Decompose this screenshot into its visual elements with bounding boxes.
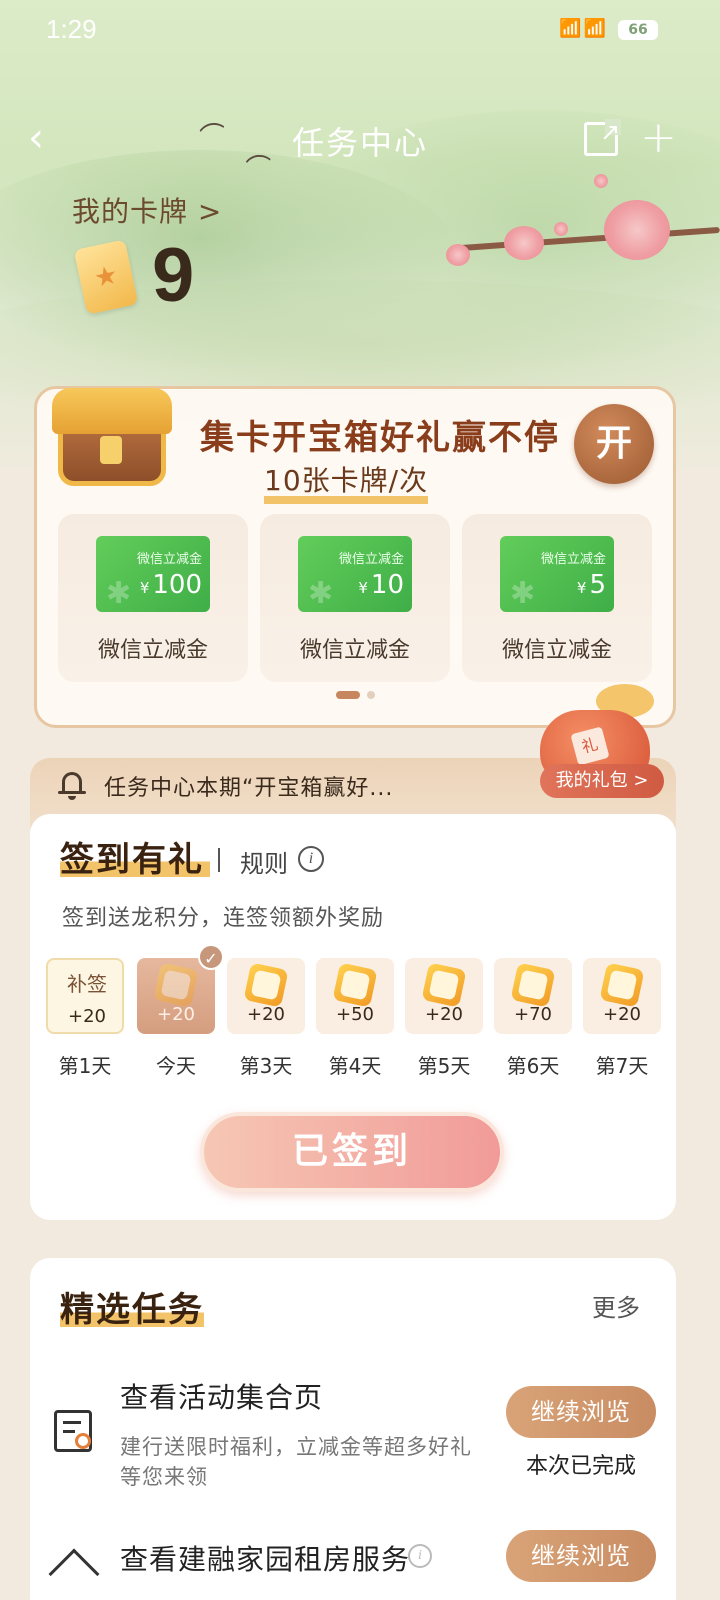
task-status: 本次已完成 — [525, 1454, 636, 1479]
voucher-label: 微信立减金 — [136, 552, 202, 567]
reward-name: 微信立减金 — [501, 638, 612, 663]
reward-card[interactable]: ✱ 微信立减金 ¥5 微信立减金 — [462, 514, 652, 682]
day-points: +20 — [603, 1004, 641, 1025]
voucher-amount: ¥10 — [358, 570, 404, 600]
wechat-pay-icon: ✱ — [510, 576, 536, 611]
signin-day-1[interactable]: 补签 +20 — [46, 958, 124, 1034]
info-icon[interactable]: i — [298, 846, 324, 872]
signin-day-today[interactable]: +20 — [137, 958, 215, 1034]
wechat-voucher: ✱ 微信立减金 ¥10 — [298, 536, 412, 612]
signin-day-3[interactable]: +20 — [227, 958, 305, 1034]
day-label: 第4天 — [328, 1054, 382, 1078]
reward-name: 微信立减金 — [97, 638, 208, 663]
notice-text[interactable]: 任务中心本期“开宝箱赢好... — [104, 770, 393, 802]
share-arrow-icon: ↗ — [600, 118, 621, 146]
chest-subtitle: 10张卡牌/次 — [264, 466, 429, 504]
day-label: 第3天 — [239, 1054, 293, 1078]
signed-button[interactable]: 已签到 — [200, 1112, 504, 1192]
dragon-coin-icon — [332, 962, 378, 1008]
dragon-coin-icon — [153, 962, 199, 1008]
reward-card[interactable]: ✱ 微信立减金 ¥100 微信立减金 — [58, 514, 248, 682]
day-label: 第5天 — [417, 1054, 471, 1078]
signin-description: 签到送龙积分，连签领额外奖励 — [62, 906, 385, 931]
day-points: +70 — [514, 1004, 552, 1025]
card-count: 9 — [152, 233, 195, 318]
bell-icon — [58, 770, 86, 800]
dragon-coin-icon — [599, 962, 645, 1008]
signin-title: 签到有礼 — [60, 832, 210, 881]
day-label: 第6天 — [506, 1054, 560, 1078]
makeup-label: 补签 — [67, 972, 107, 996]
treasure-chest-icon — [52, 388, 172, 488]
check-icon: ✓ — [198, 944, 224, 970]
wechat-pay-icon: ✱ — [106, 576, 132, 611]
day-label: 第7天 — [595, 1054, 649, 1078]
plus-icon[interactable]: + — [640, 112, 677, 163]
day-points: +20 — [68, 1006, 106, 1027]
more-link[interactable]: 更多 — [592, 1288, 640, 1323]
peach-petal — [554, 222, 568, 236]
voucher-amount: ¥5 — [576, 570, 606, 600]
task-name: 查看建融家园租房服务 — [120, 1543, 411, 1576]
day-points: +50 — [336, 1004, 374, 1025]
wechat-pay-icon: ✱ — [308, 576, 334, 611]
day-points: +20 — [157, 1004, 195, 1025]
document-search-icon — [54, 1410, 92, 1452]
status-bar: 1:29 📶📶 66 — [0, 0, 720, 60]
voucher-amount: ¥100 — [139, 570, 202, 600]
carousel-dot[interactable] — [367, 691, 375, 699]
peach-blossom — [446, 244, 470, 266]
signin-day-5[interactable]: +20 — [405, 958, 483, 1034]
chest-lid — [52, 388, 172, 434]
voucher-label: 微信立减金 — [338, 552, 404, 567]
day-label: 第1天 — [58, 1054, 112, 1078]
chest-title: 集卡开宝箱好礼赢不停 — [200, 418, 560, 458]
continue-browse-button[interactable]: 继续浏览 — [506, 1386, 656, 1438]
reward-name: 微信立减金 — [299, 638, 410, 663]
signin-day-6[interactable]: +70 — [494, 958, 572, 1034]
continue-browse-button[interactable]: 继续浏览 — [506, 1530, 656, 1582]
task-name: 查看活动集合页 — [120, 1381, 324, 1414]
task-description: 建行送限时福利，立减金等超多好礼等您来领 — [120, 1435, 472, 1489]
voucher-label: 微信立减金 — [540, 552, 606, 567]
signin-day-4[interactable]: +50 — [316, 958, 394, 1034]
day-points: +20 — [247, 1004, 285, 1025]
signin-day-7[interactable]: +20 — [583, 958, 661, 1034]
dragon-coin-icon — [421, 962, 467, 1008]
wechat-voucher: ✱ 微信立减金 ¥5 — [500, 536, 614, 612]
battery-icon: 66 — [618, 20, 658, 40]
carousel-dot-active[interactable] — [336, 691, 360, 699]
divider — [218, 848, 220, 872]
peach-blossom — [504, 226, 544, 260]
my-gift-button[interactable]: 我的礼包 > — [540, 764, 664, 798]
dragon-coin-icon — [510, 962, 556, 1008]
day-points: +20 — [425, 1004, 463, 1025]
open-chest-button[interactable]: 开 — [574, 404, 654, 484]
peach-petal — [594, 174, 608, 188]
day-label: 今天 — [156, 1054, 196, 1078]
tasks-title: 精选任务 — [60, 1282, 204, 1331]
dragon-coin-icon — [243, 962, 289, 1008]
reward-card[interactable]: ✱ 微信立减金 ¥10 微信立减金 — [260, 514, 450, 682]
rules-link[interactable]: 规则 — [240, 844, 288, 879]
signal-icon: 📶📶 — [559, 18, 608, 39]
peach-blossom — [604, 200, 670, 260]
my-cards-link[interactable]: 我的卡牌 > — [72, 190, 222, 230]
lock-icon — [100, 436, 122, 464]
status-time: 1:29 — [46, 14, 97, 44]
info-icon[interactable]: i — [408, 1544, 432, 1568]
wechat-voucher: ✱ 微信立减金 ¥100 — [96, 536, 210, 612]
